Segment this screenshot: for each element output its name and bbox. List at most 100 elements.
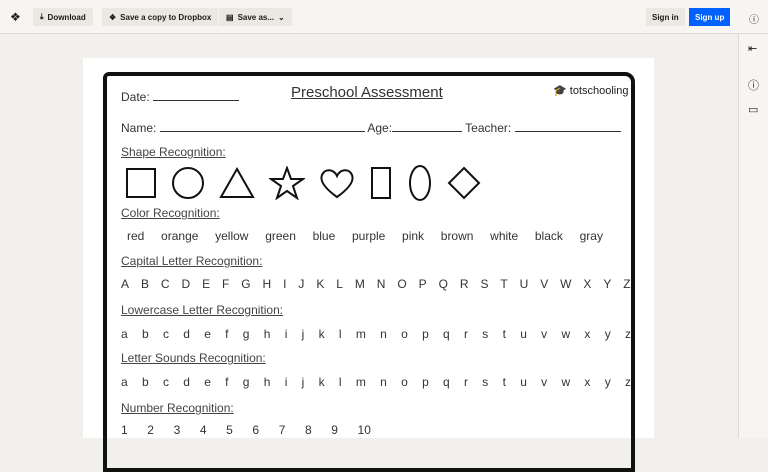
lowercase-letter: u bbox=[520, 327, 527, 341]
color-word: green bbox=[265, 229, 296, 243]
download-button[interactable]: ⤓ Download bbox=[33, 8, 93, 26]
number: 5 bbox=[226, 423, 233, 437]
capital-letter: O bbox=[397, 277, 407, 291]
lowercase-letter: a bbox=[121, 327, 128, 341]
capital-letter: U bbox=[519, 277, 529, 291]
shape-row bbox=[125, 164, 481, 202]
totschooling-logo: 🎓 totschooling bbox=[553, 85, 629, 97]
color-word: blue bbox=[312, 229, 336, 243]
square-icon bbox=[126, 168, 156, 198]
number: 10 bbox=[357, 423, 371, 437]
lowercase-letter: f bbox=[225, 327, 229, 341]
capital-letter: H bbox=[262, 277, 272, 291]
sound-letter: f bbox=[225, 375, 229, 389]
sound-letter: q bbox=[443, 375, 450, 389]
sounds-heading: Letter Sounds Recognition: bbox=[121, 351, 266, 365]
sound-letter: o bbox=[401, 375, 408, 389]
lowercase-letter: o bbox=[401, 327, 408, 341]
sound-letter: p bbox=[422, 375, 429, 389]
heart-icon bbox=[320, 169, 354, 199]
help-icon[interactable]: ⓘ bbox=[749, 11, 759, 26]
sound-letter: t bbox=[502, 375, 506, 389]
sound-letter: n bbox=[380, 375, 387, 389]
lowercase-letter: r bbox=[464, 327, 469, 341]
number: 2 bbox=[147, 423, 154, 437]
top-toolbar: ❖ ⤓ Download ❖ Save a copy to Dropbox ▤ Sav… bbox=[0, 0, 768, 34]
capital-letter: K bbox=[316, 277, 325, 291]
sound-letter: x bbox=[584, 375, 591, 389]
name-blank bbox=[159, 121, 365, 132]
capital-letter: B bbox=[140, 277, 149, 291]
sign-up-button[interactable]: Sign up bbox=[689, 8, 731, 26]
save-copy-label: Save a copy to Dropbox bbox=[120, 12, 212, 22]
sound-letter: z bbox=[624, 375, 631, 389]
file-icon: ▤ bbox=[226, 12, 234, 22]
color-word: red bbox=[127, 229, 145, 243]
color-word: gray bbox=[579, 229, 603, 243]
comment-icon[interactable]: ▭ bbox=[748, 103, 758, 116]
lowercase-letter: v bbox=[541, 327, 548, 341]
capital-letter: G bbox=[241, 277, 251, 291]
save-as-button[interactable]: ▤ Save as... ⌄ bbox=[219, 8, 292, 26]
capital-letter: J bbox=[298, 277, 305, 291]
sign-in-button[interactable]: Sign in bbox=[646, 8, 685, 26]
color-word: white bbox=[490, 229, 519, 243]
capital-letter: D bbox=[181, 277, 191, 291]
age-blank bbox=[392, 121, 463, 132]
dropbox-logo-icon[interactable]: ❖ bbox=[10, 10, 21, 24]
number: 3 bbox=[173, 423, 181, 437]
sound-letter: a bbox=[121, 375, 128, 389]
capital-letter: R bbox=[459, 277, 469, 291]
lowercase-letter: x bbox=[584, 327, 591, 341]
lowercase-letter: t bbox=[502, 327, 506, 341]
lowercase-letter: j bbox=[301, 327, 305, 341]
date-blank bbox=[153, 90, 240, 101]
collapse-panel-icon[interactable]: ⇤ bbox=[748, 42, 757, 55]
oval-icon bbox=[409, 165, 431, 201]
lowercase-letter: w bbox=[561, 327, 571, 341]
number: 7 bbox=[278, 423, 286, 437]
info-icon[interactable]: ⓘ bbox=[748, 77, 759, 93]
teacher-blank bbox=[514, 121, 621, 132]
chevron-down-icon: ⌄ bbox=[278, 12, 285, 22]
sound-letter: m bbox=[355, 375, 366, 389]
capital-heading: Capital Letter Recognition: bbox=[121, 254, 263, 268]
color-word: pink bbox=[402, 229, 425, 243]
sound-letter: w bbox=[561, 375, 571, 389]
lowercase-heading: Lowercase Letter Recognition: bbox=[121, 303, 284, 317]
sound-letter: c bbox=[162, 375, 169, 389]
lowercase-letter: y bbox=[604, 327, 611, 341]
sound-letter: b bbox=[141, 375, 149, 389]
lowercase-letter: d bbox=[183, 327, 190, 341]
lowercase-letter: i bbox=[284, 327, 288, 341]
capital-letter: C bbox=[160, 277, 170, 291]
number: 4 bbox=[199, 423, 207, 437]
document-page: Date: Preschool Assessment 🎓 totschoolin… bbox=[83, 58, 654, 472]
capital-letter: A bbox=[121, 277, 130, 291]
capital-letter: F bbox=[222, 277, 230, 291]
diamond-icon bbox=[447, 166, 481, 200]
capital-letter: E bbox=[202, 277, 211, 291]
rectangle-icon bbox=[371, 167, 391, 199]
capital-letter: L bbox=[336, 277, 343, 291]
save-copy-button[interactable]: ❖ Save a copy to Dropbox bbox=[102, 8, 219, 26]
lowercase-letter: n bbox=[380, 327, 387, 341]
sound-letter: k bbox=[318, 375, 325, 389]
number: 1 bbox=[121, 423, 128, 437]
page-title: Preschool Assessment bbox=[291, 84, 443, 101]
number: 6 bbox=[252, 423, 260, 437]
sound-letter: e bbox=[204, 375, 211, 389]
dropbox-icon: ❖ bbox=[109, 12, 117, 22]
lowercase-letter: k bbox=[318, 327, 325, 341]
capital-letter: N bbox=[376, 277, 386, 291]
triangle-icon bbox=[219, 167, 255, 198]
download-label: Download bbox=[47, 12, 86, 22]
sound-letter: v bbox=[541, 375, 548, 389]
color-word: black bbox=[534, 229, 563, 243]
sound-letter: l bbox=[338, 375, 342, 389]
color-heading: Color Recognition: bbox=[121, 206, 220, 220]
color-word: yellow bbox=[215, 229, 249, 243]
sound-letter: u bbox=[520, 375, 527, 389]
capital-letter: P bbox=[418, 277, 427, 291]
sound-letter: i bbox=[284, 375, 288, 389]
